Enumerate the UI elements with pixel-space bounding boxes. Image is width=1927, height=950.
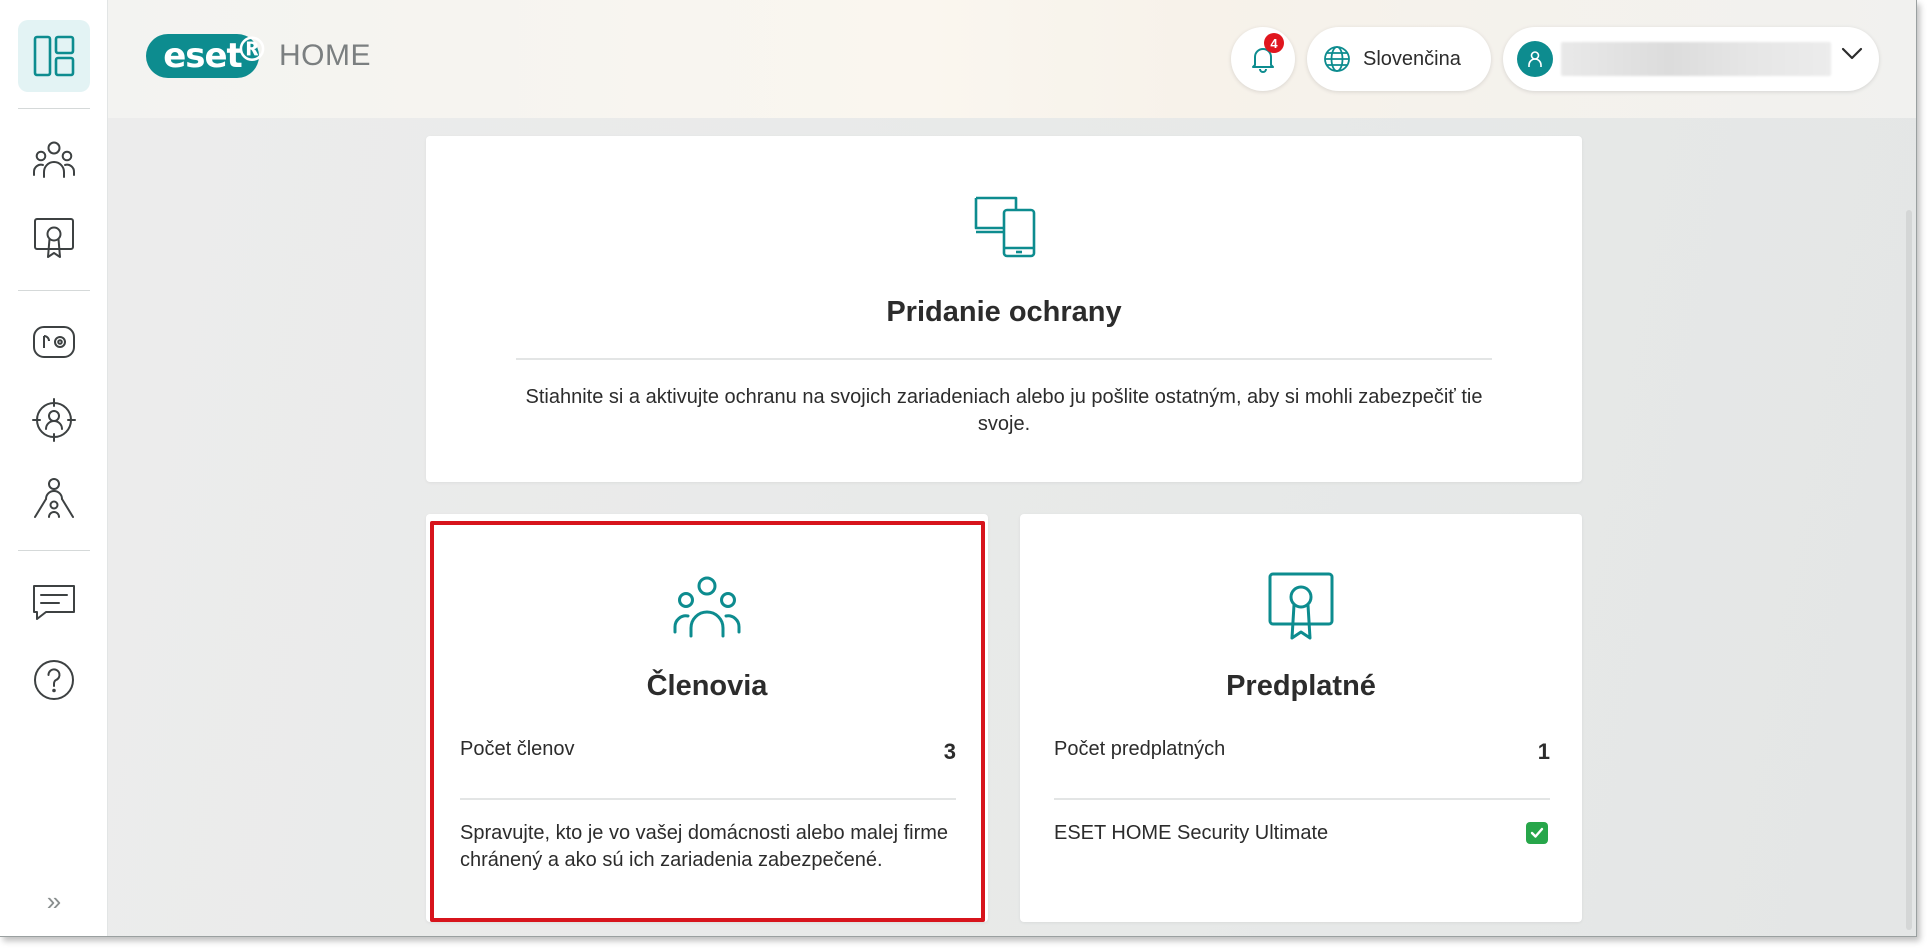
dashboard-content: Pridanie ochrany Stiahnite si a aktivujt… [108, 118, 1916, 936]
user-account-menu[interactable] [1503, 27, 1879, 91]
sidebar-item-help[interactable] [18, 644, 90, 716]
eset-home-logo[interactable]: eset ® HOME [146, 30, 371, 78]
eset-logo-badge: eset ® [146, 30, 269, 78]
chat-message-icon [33, 585, 75, 620]
chevron-down-icon [1841, 47, 1863, 60]
subscription-count-label: Počet predplatných [1054, 738, 1226, 760]
card-divider [1054, 798, 1550, 800]
sidebar-divider [18, 550, 90, 551]
avatar [1517, 41, 1553, 77]
card-description: Stiahnite si a aktivujte ochranu na svoj… [525, 386, 1483, 435]
members-icon [33, 141, 75, 178]
members-icon [673, 576, 741, 638]
subscription-card[interactable]: Predplatné Počet predplatných 1 ESET HOM… [1020, 514, 1582, 922]
sidebar: » [0, 0, 108, 936]
sidebar-item-messages[interactable] [18, 566, 90, 638]
registered-mark: ® [235, 30, 269, 70]
sidebar-item-devices[interactable] [18, 306, 90, 378]
language-selector[interactable]: Slovenčina [1307, 27, 1491, 91]
notifications-button[interactable]: 4 [1231, 27, 1295, 91]
active-check-icon [1526, 822, 1548, 844]
card-divider [516, 358, 1492, 360]
sidebar-item-members[interactable] [18, 124, 90, 196]
help-icon [34, 660, 74, 700]
notification-count-badge: 4 [1264, 33, 1284, 53]
sidebar-divider [18, 290, 90, 291]
sidebar-item-parental-control[interactable] [18, 462, 90, 534]
card-icon-wrap [426, 574, 988, 638]
app-window: » eset ® HOME 4 Slovenčina Pridanie ochr… [0, 0, 1917, 937]
add-protection-card[interactable]: Pridanie ochrany Stiahnite si a aktivujt… [426, 136, 1582, 482]
subscription-count-value: 1 [1537, 739, 1550, 764]
card-title: Členovia [646, 670, 768, 702]
sidebar-item-anti-theft[interactable] [18, 384, 90, 456]
devices-icon [974, 196, 1036, 258]
double-chevron-right-icon: » [46, 885, 62, 916]
member-count-label: Počet členov [460, 738, 575, 760]
person-icon [1528, 51, 1542, 67]
sidebar-expand-button[interactable]: » [36, 886, 72, 916]
sidebar-item-dashboard[interactable] [18, 20, 90, 92]
card-icon-wrap [1020, 570, 1582, 642]
member-count-value: 3 [943, 739, 956, 764]
card-title: Pridanie ochrany [886, 296, 1122, 328]
card-title: Predplatné [1226, 670, 1376, 702]
parental-control-icon [34, 478, 74, 518]
language-label: Slovenčina [1363, 47, 1461, 70]
certificate-icon [1268, 572, 1334, 640]
globe-icon [1324, 46, 1350, 72]
members-card[interactable]: Členovia Počet členov 3 Spravujte, kto j… [426, 514, 988, 922]
anti-theft-icon [32, 398, 76, 442]
card-divider [460, 798, 956, 800]
top-header: eset ® HOME 4 Slovenčina [108, 0, 1916, 118]
card-icon-wrap [426, 192, 1582, 260]
device-settings-icon [33, 326, 75, 358]
dashboard-icon [33, 35, 75, 77]
user-email-redacted [1561, 42, 1831, 76]
subscription-certificate-icon [34, 218, 74, 258]
sidebar-item-subscriptions[interactable] [18, 202, 90, 274]
page-scrollbar[interactable] [1906, 210, 1912, 930]
subscription-product-name: ESET HOME Security Ultimate [1054, 822, 1329, 844]
eset-logo-text: eset [163, 36, 243, 76]
sidebar-divider [18, 108, 90, 109]
card-description: Spravujte, kto je vo vašej domácnosti al… [460, 822, 949, 871]
product-name: HOME [279, 39, 371, 72]
